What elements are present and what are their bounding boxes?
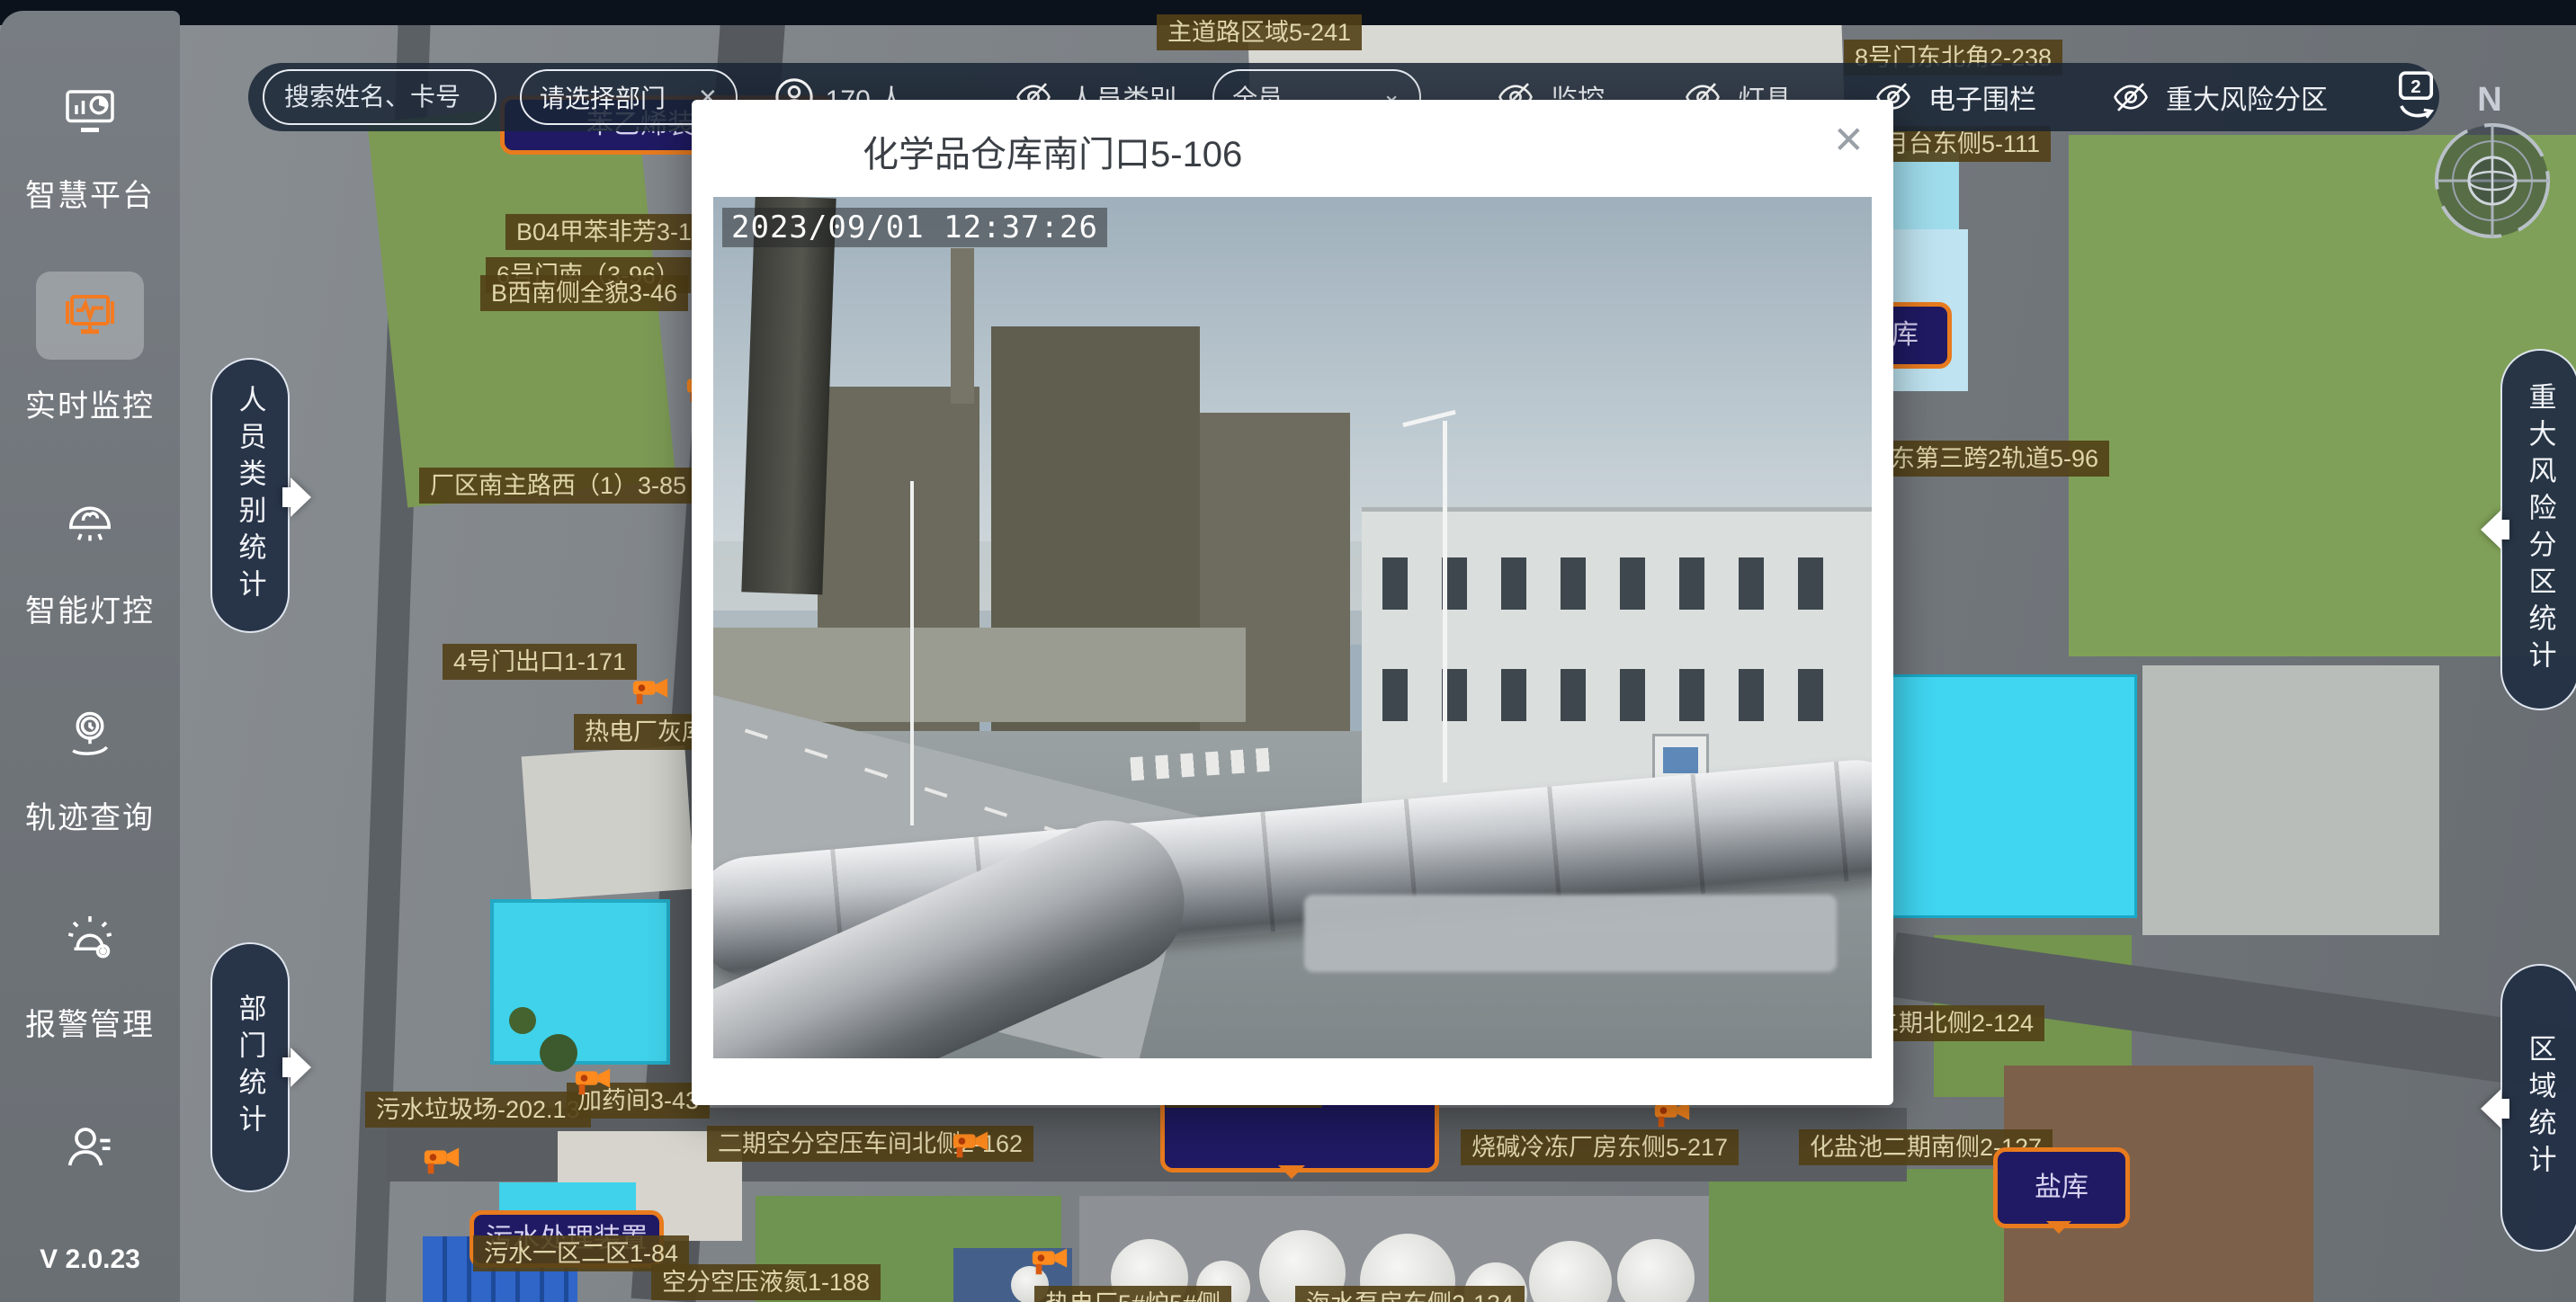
camera-modal-title: 化学品仓库南门口5-106 bbox=[863, 125, 1242, 177]
tab-department-stats[interactable]: 部门统计 bbox=[210, 942, 290, 1192]
camera-icon[interactable] bbox=[1029, 1239, 1070, 1275]
map-label-text: 污水一区二区1-84 bbox=[484, 1240, 678, 1267]
toggle-major-risk[interactable]: 重大风险分区 bbox=[2108, 77, 2328, 117]
map-label-text: 热电厂5#炉5#侧 bbox=[1045, 1290, 1221, 1302]
map-green-area bbox=[1709, 1169, 2015, 1302]
search-box[interactable] bbox=[263, 69, 496, 125]
map-label[interactable]: 4号门出口1-171 bbox=[443, 644, 637, 680]
map-label-text: 盐库 bbox=[2035, 1172, 2089, 1204]
search-input[interactable] bbox=[282, 82, 477, 112]
toggle-label: 电子围栏 bbox=[1928, 77, 2036, 117]
map-label-text: 热电厂灰库 bbox=[585, 718, 706, 745]
sidebar-item-alarm-manage[interactable]: 报警管理 bbox=[0, 1000, 180, 1044]
map-label[interactable]: 空分空压液氮1-188 bbox=[651, 1264, 881, 1300]
map-label[interactable]: 海水泵房东侧2-134 bbox=[1295, 1286, 1525, 1302]
map-label-text: 空分空压液氮1-188 bbox=[662, 1269, 870, 1296]
tab-label: 区域统计 bbox=[2520, 1034, 2561, 1182]
video-pipe-rack bbox=[713, 628, 1246, 722]
eye-slash-icon bbox=[2108, 78, 2153, 116]
sidebar-item-realtime-monitor[interactable]: 实时监控 bbox=[0, 381, 180, 425]
dimension-switch[interactable]: 2 bbox=[2393, 70, 2439, 125]
map-building bbox=[522, 745, 695, 900]
camera-icon[interactable] bbox=[630, 669, 671, 705]
app-root: 主道路区域5-241 8号门东北角2-238 侧月台东侧5-111 苯乙烯装卸站… bbox=[0, 0, 2576, 1302]
map-label-text: 主道路区域5-241 bbox=[1167, 19, 1351, 46]
tab-label: 部门统计 bbox=[230, 994, 271, 1141]
map-label-text: 库 bbox=[1892, 319, 1919, 352]
map-cyan-warehouse bbox=[1878, 674, 2137, 918]
map-label[interactable]: 盐库 bbox=[1993, 1147, 2130, 1228]
video-blur-watermark bbox=[1304, 895, 1837, 972]
track-query-icon[interactable] bbox=[63, 707, 117, 761]
expand-arrow-icon[interactable] bbox=[281, 1045, 313, 1090]
map-label-text: B西南侧全貌3-46 bbox=[491, 280, 677, 307]
video-light-pole bbox=[910, 481, 914, 825]
video-light-pole bbox=[1443, 421, 1447, 782]
map-label[interactable]: 主道路区域5-241 bbox=[1157, 14, 1362, 50]
camera-icon[interactable] bbox=[572, 1059, 613, 1095]
sidebar-item-platform[interactable]: 智慧平台 bbox=[0, 171, 180, 215]
map-pool bbox=[490, 899, 670, 1065]
dashboard-monitor-icon[interactable] bbox=[63, 83, 117, 137]
camera-icon[interactable] bbox=[950, 1122, 991, 1158]
left-sidebar: 智慧平台 实时监控 智能灯控 bbox=[0, 11, 180, 1302]
map-building bbox=[2142, 665, 2439, 935]
toggle-label: 重大风险分区 bbox=[2166, 77, 2328, 117]
sidebar-item-smart-light[interactable]: 智能灯控 bbox=[0, 586, 180, 630]
expand-arrow-icon[interactable] bbox=[281, 475, 313, 520]
map-label[interactable]: 污水垃圾场-202.13 bbox=[365, 1092, 591, 1128]
dimension-number: 2 bbox=[2411, 76, 2420, 96]
compass-north-label: N bbox=[2461, 81, 2518, 120]
map-label[interactable]: 东第三跨2轨道5-96 bbox=[1880, 441, 2109, 477]
map-label-text: 海水泵房东侧2-134 bbox=[1306, 1290, 1514, 1302]
map-label-text: 厂区南主路西（1）3-85 bbox=[430, 472, 686, 499]
map-label[interactable]: B04甲苯非芳3-10 bbox=[505, 214, 716, 250]
map-label-text: 东第三跨2轨道5-96 bbox=[1891, 445, 2098, 472]
smart-light-icon[interactable] bbox=[63, 498, 117, 552]
camera-icon[interactable] bbox=[421, 1138, 462, 1174]
camera-modal: 化学品仓库南门口5-106 ✕ bbox=[692, 100, 1893, 1105]
map-label-text: 污水垃圾场-202.13 bbox=[376, 1096, 580, 1123]
video-foreground-column bbox=[741, 197, 836, 594]
expand-arrow-icon[interactable] bbox=[2479, 1086, 2511, 1131]
video-timestamp: 2023/09/01 12:37:26 bbox=[722, 208, 1107, 247]
camera-video-feed: 2023/09/01 12:37:26 bbox=[713, 197, 1872, 1058]
toggle-efence[interactable]: 电子围栏 bbox=[1871, 77, 2036, 117]
expand-arrow-icon[interactable] bbox=[2479, 507, 2511, 552]
alarm-manage-icon[interactable] bbox=[63, 912, 117, 966]
compass[interactable] bbox=[2430, 119, 2554, 247]
tab-area-stats[interactable]: 区域统计 bbox=[2500, 964, 2576, 1252]
tab-major-risk-zone-stats[interactable]: 重大风险分区统计 bbox=[2500, 349, 2576, 710]
map-label-text: 4号门出口1-171 bbox=[453, 648, 626, 675]
map-label-text: 二期北侧2-124 bbox=[1874, 1010, 2034, 1037]
map-label-text: 烧碱冷冻厂房东侧5-217 bbox=[1471, 1134, 1728, 1161]
map-label[interactable]: 热电厂5#炉5#侧 bbox=[1034, 1286, 1231, 1302]
realtime-monitor-icon[interactable] bbox=[63, 288, 117, 342]
department-placeholder: 请选择部门 bbox=[540, 79, 666, 115]
map-label[interactable]: 烧碱冷冻厂房东侧5-217 bbox=[1461, 1129, 1739, 1165]
map-label-text: B04甲苯非芳3-10 bbox=[516, 218, 705, 245]
sidebar-item-track-query[interactable]: 轨迹查询 bbox=[0, 793, 180, 837]
tab-label: 人员类别统计 bbox=[230, 385, 271, 606]
app-version: V 2.0.23 bbox=[0, 1244, 180, 1275]
map-label[interactable]: 厂区南主路西（1）3-85 bbox=[419, 468, 697, 504]
close-icon[interactable]: ✕ bbox=[1833, 121, 1865, 159]
person-list-icon[interactable] bbox=[63, 1120, 117, 1174]
tab-label: 重大风险分区统计 bbox=[2520, 382, 2561, 677]
map-label[interactable]: B西南侧全貌3-46 bbox=[480, 275, 688, 311]
map-tree bbox=[509, 1007, 536, 1034]
tab-person-category-stats[interactable]: 人员类别统计 bbox=[210, 358, 290, 633]
video-chimney bbox=[951, 248, 974, 403]
